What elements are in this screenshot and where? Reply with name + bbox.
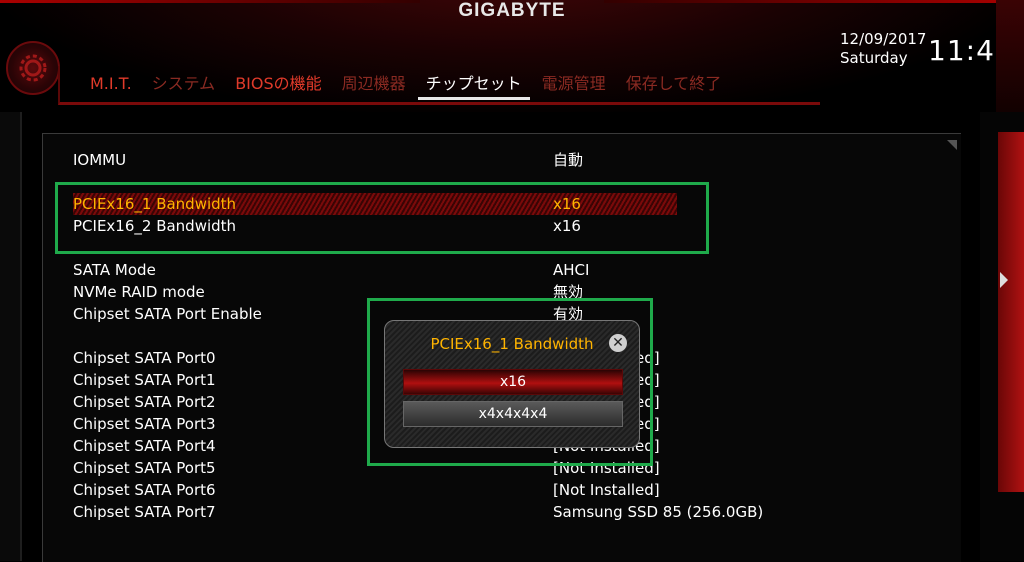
setting-value: AHCI (553, 261, 590, 279)
date-display: 12/09/2017 Saturday (840, 30, 926, 68)
setting-label: Chipset SATA Port4 (73, 437, 216, 455)
header-deco-right (604, 0, 1024, 3)
popup-option-x4x4x4x4[interactable]: x4x4x4x4 (403, 401, 623, 427)
tab-bios-features[interactable]: BIOSの機能 (227, 71, 329, 97)
gear-icon[interactable] (6, 41, 60, 95)
left-frame (0, 112, 22, 561)
setting-label: Chipset SATA Port0 (73, 349, 216, 367)
tab-peripherals[interactable]: 周辺機器 (334, 71, 414, 97)
setting-label: Chipset SATA Port6 (73, 481, 216, 499)
setting-row-sata-port6[interactable]: Chipset SATA Port6 [Not Installed] (73, 479, 933, 501)
setting-label: Chipset SATA Port5 (73, 459, 216, 477)
setting-label: IOMMU (73, 151, 127, 169)
tab-save-exit[interactable]: 保存して終了 (618, 71, 730, 97)
setting-row-sata-mode[interactable]: SATA Mode AHCI (73, 259, 933, 281)
brand-logo: GIGABYTE (458, 0, 566, 21)
header: GIGABYTE M.I.T. システム BIOSの機能 周辺機器 チップセット… (0, 0, 1024, 112)
setting-row-iommu[interactable]: IOMMU 自動 (73, 149, 933, 171)
popup-title: PCIEx16_1 Bandwidth (430, 335, 594, 353)
bandwidth-popup: PCIEx16_1 Bandwidth ✕ x16 x4x4x4x4 (384, 320, 640, 448)
setting-label: Chipset SATA Port2 (73, 393, 216, 411)
gear-icon-svg (19, 54, 47, 82)
setting-label: SATA Mode (73, 261, 156, 279)
tab-chipset[interactable]: チップセット (417, 71, 530, 100)
setting-value: Samsung SSD 85 (256.0GB) (553, 503, 764, 521)
setting-value: [Not Installed] (553, 481, 660, 499)
panel-corner-icon (947, 140, 957, 150)
highlight-box-bandwidth (55, 182, 709, 254)
right-red-strip (998, 132, 1024, 492)
close-icon[interactable]: ✕ (609, 334, 627, 352)
day-text: Saturday (840, 49, 908, 67)
setting-value: 自動 (553, 151, 584, 169)
right-frame (980, 112, 1024, 561)
header-deco-left (0, 0, 420, 3)
expand-arrow-icon[interactable] (1000, 272, 1008, 288)
setting-label: Chipset SATA Port7 (73, 503, 216, 521)
setting-label: Chipset SATA Port Enable (73, 305, 262, 323)
header-right-deco (996, 0, 1024, 112)
tab-mit[interactable]: M.I.T. (82, 71, 140, 97)
setting-label: NVMe RAID mode (73, 283, 205, 301)
main-menu-tabs: M.I.T. システム BIOSの機能 周辺機器 チップセット 電源管理 保存し… (82, 71, 733, 100)
setting-label: Chipset SATA Port1 (73, 371, 216, 389)
tab-system[interactable]: システム (144, 71, 224, 97)
tab-power-management[interactable]: 電源管理 (534, 71, 614, 97)
setting-label: Chipset SATA Port3 (73, 415, 216, 433)
popup-option-x16[interactable]: x16 (403, 369, 623, 395)
date-text: 12/09/2017 (840, 30, 927, 48)
setting-row-sata-port7[interactable]: Chipset SATA Port7 Samsung SSD 85 (256.0… (73, 501, 933, 523)
